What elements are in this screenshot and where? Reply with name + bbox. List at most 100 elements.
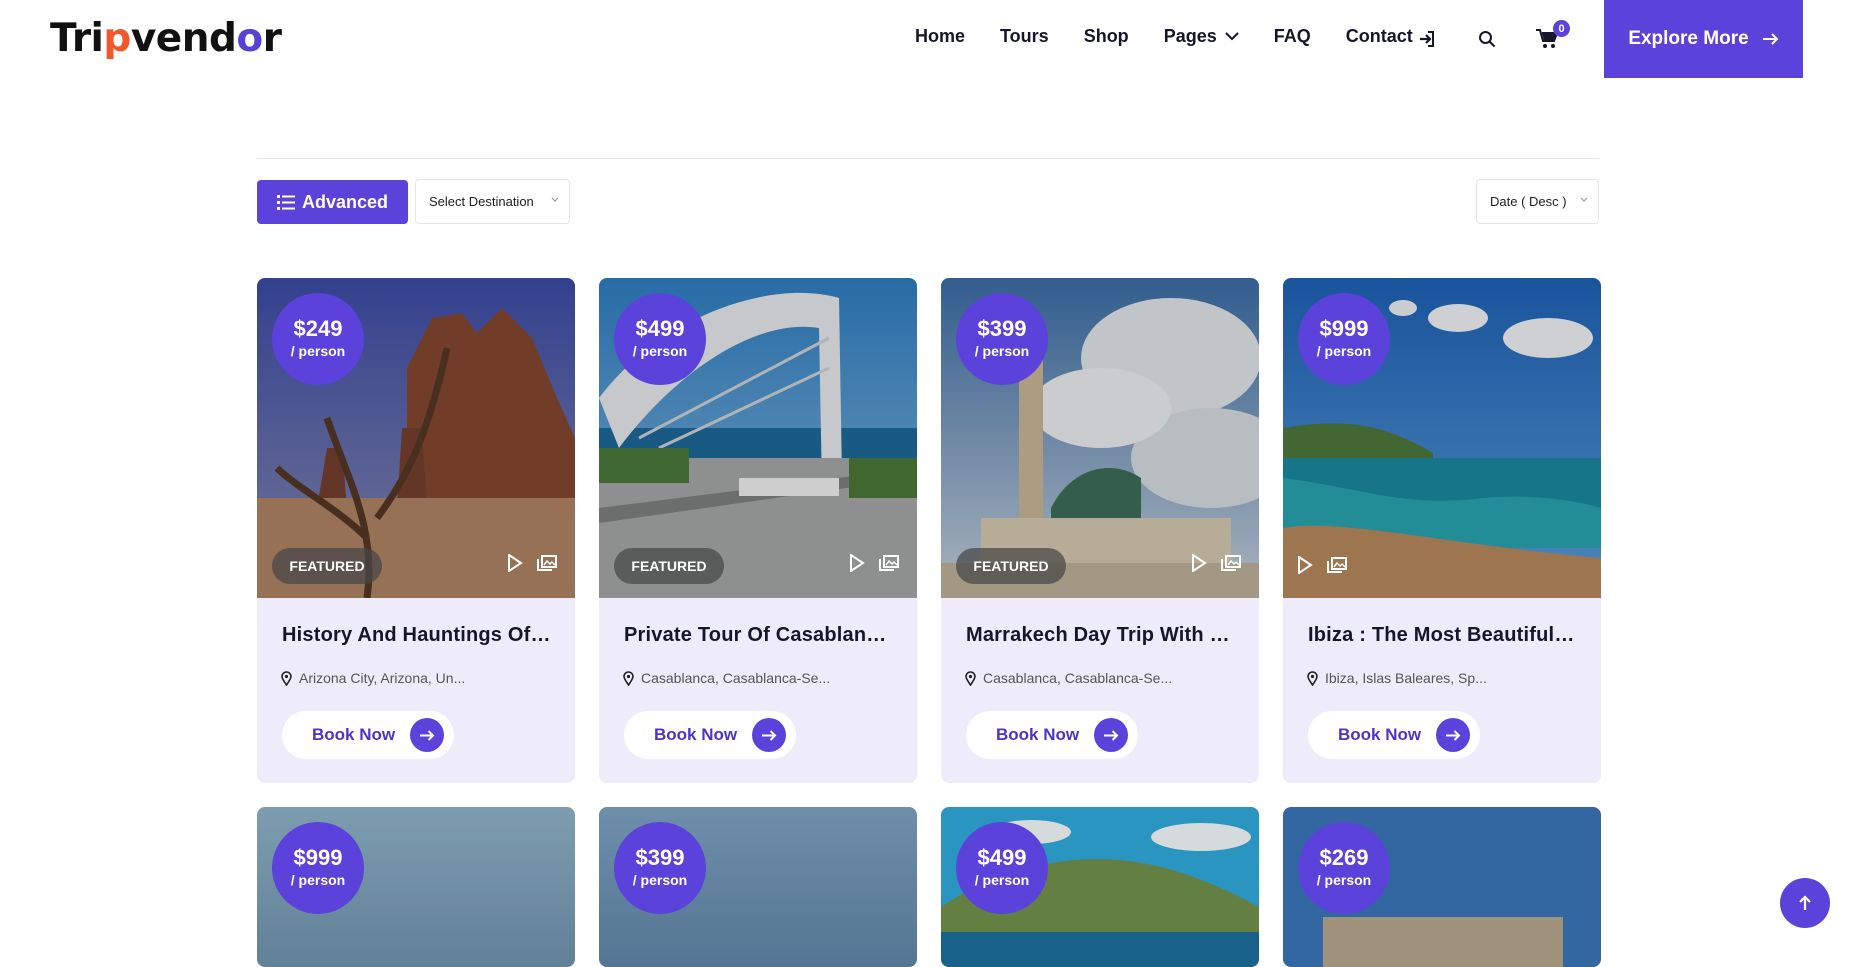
featured-badge: FEATURED <box>272 548 382 584</box>
explore-more-label: Explore More <box>1628 28 1749 49</box>
price-unit: / person <box>632 872 688 888</box>
tour-location-text: Casablanca, Casablanca-Se... <box>641 670 831 686</box>
explore-more-button[interactable]: Explore More <box>1604 0 1803 78</box>
price-unit: / person <box>1316 343 1372 359</box>
arrow-right-icon <box>410 718 444 752</box>
play-video-icon[interactable] <box>507 554 523 572</box>
price-badge: $399 / person <box>614 822 706 914</box>
list-icon <box>276 194 295 210</box>
tour-title[interactable]: Marrakech Day Trip With Camel Ride <box>966 624 1236 647</box>
price-badge: $399 / person <box>956 293 1048 385</box>
nav-home[interactable]: Home <box>915 26 965 47</box>
header-icons: 0 <box>1414 20 1594 52</box>
price-amount: $999 <box>293 845 343 870</box>
tour-title[interactable]: History And Hauntings Of Salem Guided Wa… <box>282 624 552 647</box>
destination-select[interactable]: Select Destination <box>415 179 570 224</box>
gallery-icon[interactable] <box>879 555 899 571</box>
book-now-button[interactable]: Book Now <box>282 711 454 759</box>
arrow-right-icon <box>1436 718 1470 752</box>
media-icons <box>1297 556 1361 574</box>
arrow-right-icon <box>1094 718 1128 752</box>
sort-select-value: Date ( Desc ) <box>1490 194 1567 209</box>
tour-location-text: Arizona City, Arizona, Un... <box>299 670 466 686</box>
nav-faq[interactable]: FAQ <box>1274 26 1311 47</box>
tour-title[interactable]: Ibiza : The Most Beautiful Beaches Tour <box>1308 624 1578 647</box>
price-badge: $999 / person <box>272 822 364 914</box>
cart-count-badge: 0 <box>1553 20 1570 37</box>
price-unit: / person <box>290 872 346 888</box>
tour-location-text: Casablanca, Casablanca-Se... <box>983 670 1173 686</box>
tour-card: $499 / person <box>941 807 1259 967</box>
price-unit: / person <box>1316 872 1372 888</box>
advanced-filter-button[interactable]: Advanced <box>257 180 408 224</box>
price-unit: / person <box>974 343 1030 359</box>
tour-card: $499 / person FEATURED Private Tour Of C… <box>599 278 917 783</box>
media-icons <box>1191 554 1255 572</box>
play-video-icon[interactable] <box>1191 554 1207 572</box>
tour-title[interactable]: Private Tour Of Casablanca And Hassan II… <box>624 624 894 647</box>
price-unit: / person <box>632 343 688 359</box>
tour-card: $399 / person <box>599 807 917 967</box>
nav-pages[interactable]: Pages <box>1164 26 1239 47</box>
tour-card: $999 / person Ibiza : The Most Beautiful… <box>1283 278 1601 783</box>
arrow-right-icon <box>752 718 786 752</box>
media-icons <box>507 554 571 572</box>
nav-pages-label: Pages <box>1163 26 1217 46</box>
destination-select-value: Select Destination <box>429 194 534 209</box>
cart-icon[interactable]: 0 <box>1534 20 1570 52</box>
featured-badge: FEATURED <box>614 548 724 584</box>
gallery-icon[interactable] <box>1221 555 1241 571</box>
chevron-down-icon <box>1580 197 1588 202</box>
main-nav: Home Tours Shop Pages FAQ Contact <box>915 26 1448 47</box>
login-icon[interactable] <box>1414 26 1440 52</box>
book-now-button[interactable]: Book Now <box>966 711 1138 759</box>
price-unit: / person <box>290 343 346 359</box>
arrow-up-icon <box>1799 895 1811 910</box>
nav-shop[interactable]: Shop <box>1084 26 1129 47</box>
play-video-icon[interactable] <box>1297 556 1313 574</box>
price-amount: $269 <box>1319 845 1369 870</box>
map-pin-icon <box>965 670 976 686</box>
price-amount: $249 <box>293 316 343 341</box>
tour-location: Casablanca, Casablanca-Se... <box>965 670 1172 686</box>
play-video-icon[interactable] <box>849 554 865 572</box>
price-amount: $999 <box>1319 316 1369 341</box>
scroll-to-top-button[interactable] <box>1780 878 1830 928</box>
book-now-label: Book Now <box>996 725 1080 744</box>
featured-badge: FEATURED <box>956 548 1066 584</box>
gallery-icon[interactable] <box>1327 557 1347 573</box>
tour-card: $249 / person FEATURED History And Haunt… <box>257 278 575 783</box>
book-now-label: Book Now <box>1338 725 1422 744</box>
tour-location: Arizona City, Arizona, Un... <box>281 670 465 686</box>
tour-card: $399 / person FEATURED Marrakech Day Tri… <box>941 278 1259 783</box>
divider <box>257 158 1599 159</box>
sort-select[interactable]: Date ( Desc ) <box>1476 179 1599 224</box>
price-amount: $499 <box>635 316 685 341</box>
map-pin-icon <box>1307 670 1318 686</box>
price-amount: $399 <box>977 316 1027 341</box>
nav-tours[interactable]: Tours <box>1000 26 1049 47</box>
media-icons <box>849 554 913 572</box>
book-now-label: Book Now <box>654 725 738 744</box>
site-header: Tripvendor Home Tours Shop Pages FAQ Con… <box>0 0 1853 78</box>
map-pin-icon <box>281 670 292 686</box>
tour-card: $999 / person <box>257 807 575 967</box>
book-now-button[interactable]: Book Now <box>1308 711 1480 759</box>
book-now-label: Book Now <box>312 725 396 744</box>
map-pin-icon <box>623 670 634 686</box>
gallery-icon[interactable] <box>537 555 557 571</box>
nav-contact[interactable]: Contact <box>1346 26 1413 47</box>
price-amount: $399 <box>635 845 685 870</box>
arrow-right-icon <box>1762 33 1779 45</box>
price-badge: $499 / person <box>956 822 1048 914</box>
logo[interactable]: Tripvendor <box>50 16 282 61</box>
tour-location: Ibiza, Islas Baleares, Sp... <box>1307 670 1487 686</box>
price-badge: $249 / person <box>272 293 364 385</box>
price-badge: $499 / person <box>614 293 706 385</box>
search-icon[interactable] <box>1474 26 1500 52</box>
tour-location: Casablanca, Casablanca-Se... <box>623 670 830 686</box>
price-unit: / person <box>974 872 1030 888</box>
price-amount: $499 <box>977 845 1027 870</box>
chevron-down-icon <box>551 197 559 202</box>
book-now-button[interactable]: Book Now <box>624 711 796 759</box>
